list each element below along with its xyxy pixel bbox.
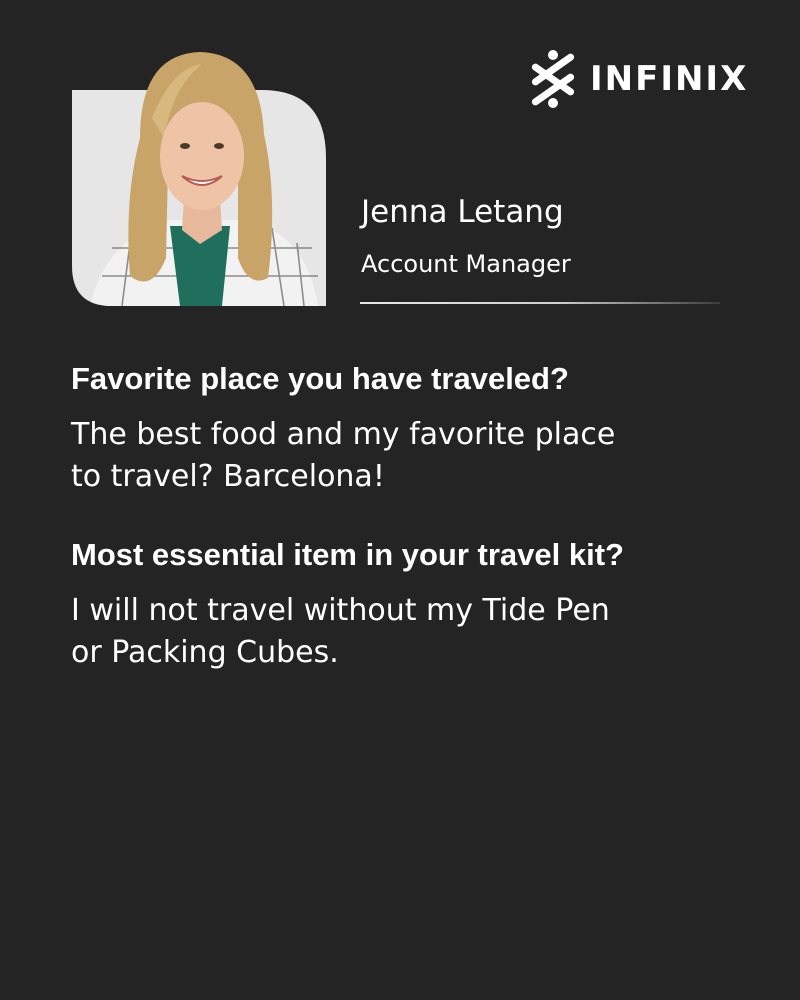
portrait-photo xyxy=(72,48,326,306)
question-essential-item: Most essential item in your travel kit? xyxy=(71,537,624,572)
profile-title: Account Manager xyxy=(361,250,571,278)
divider xyxy=(360,302,720,304)
brand-logo: INFINIX xyxy=(522,48,748,110)
question-favorite-place: Favorite place you have traveled? xyxy=(71,361,569,396)
infinix-mark-icon xyxy=(531,50,575,108)
profile-name: Jenna Letang xyxy=(361,194,564,230)
brand-name: INFINIX xyxy=(590,59,749,99)
answer-essential-item: I will not travel without my Tide Pen or… xyxy=(71,593,610,670)
answer-favorite-place: The best food and my favorite place to t… xyxy=(71,417,616,494)
